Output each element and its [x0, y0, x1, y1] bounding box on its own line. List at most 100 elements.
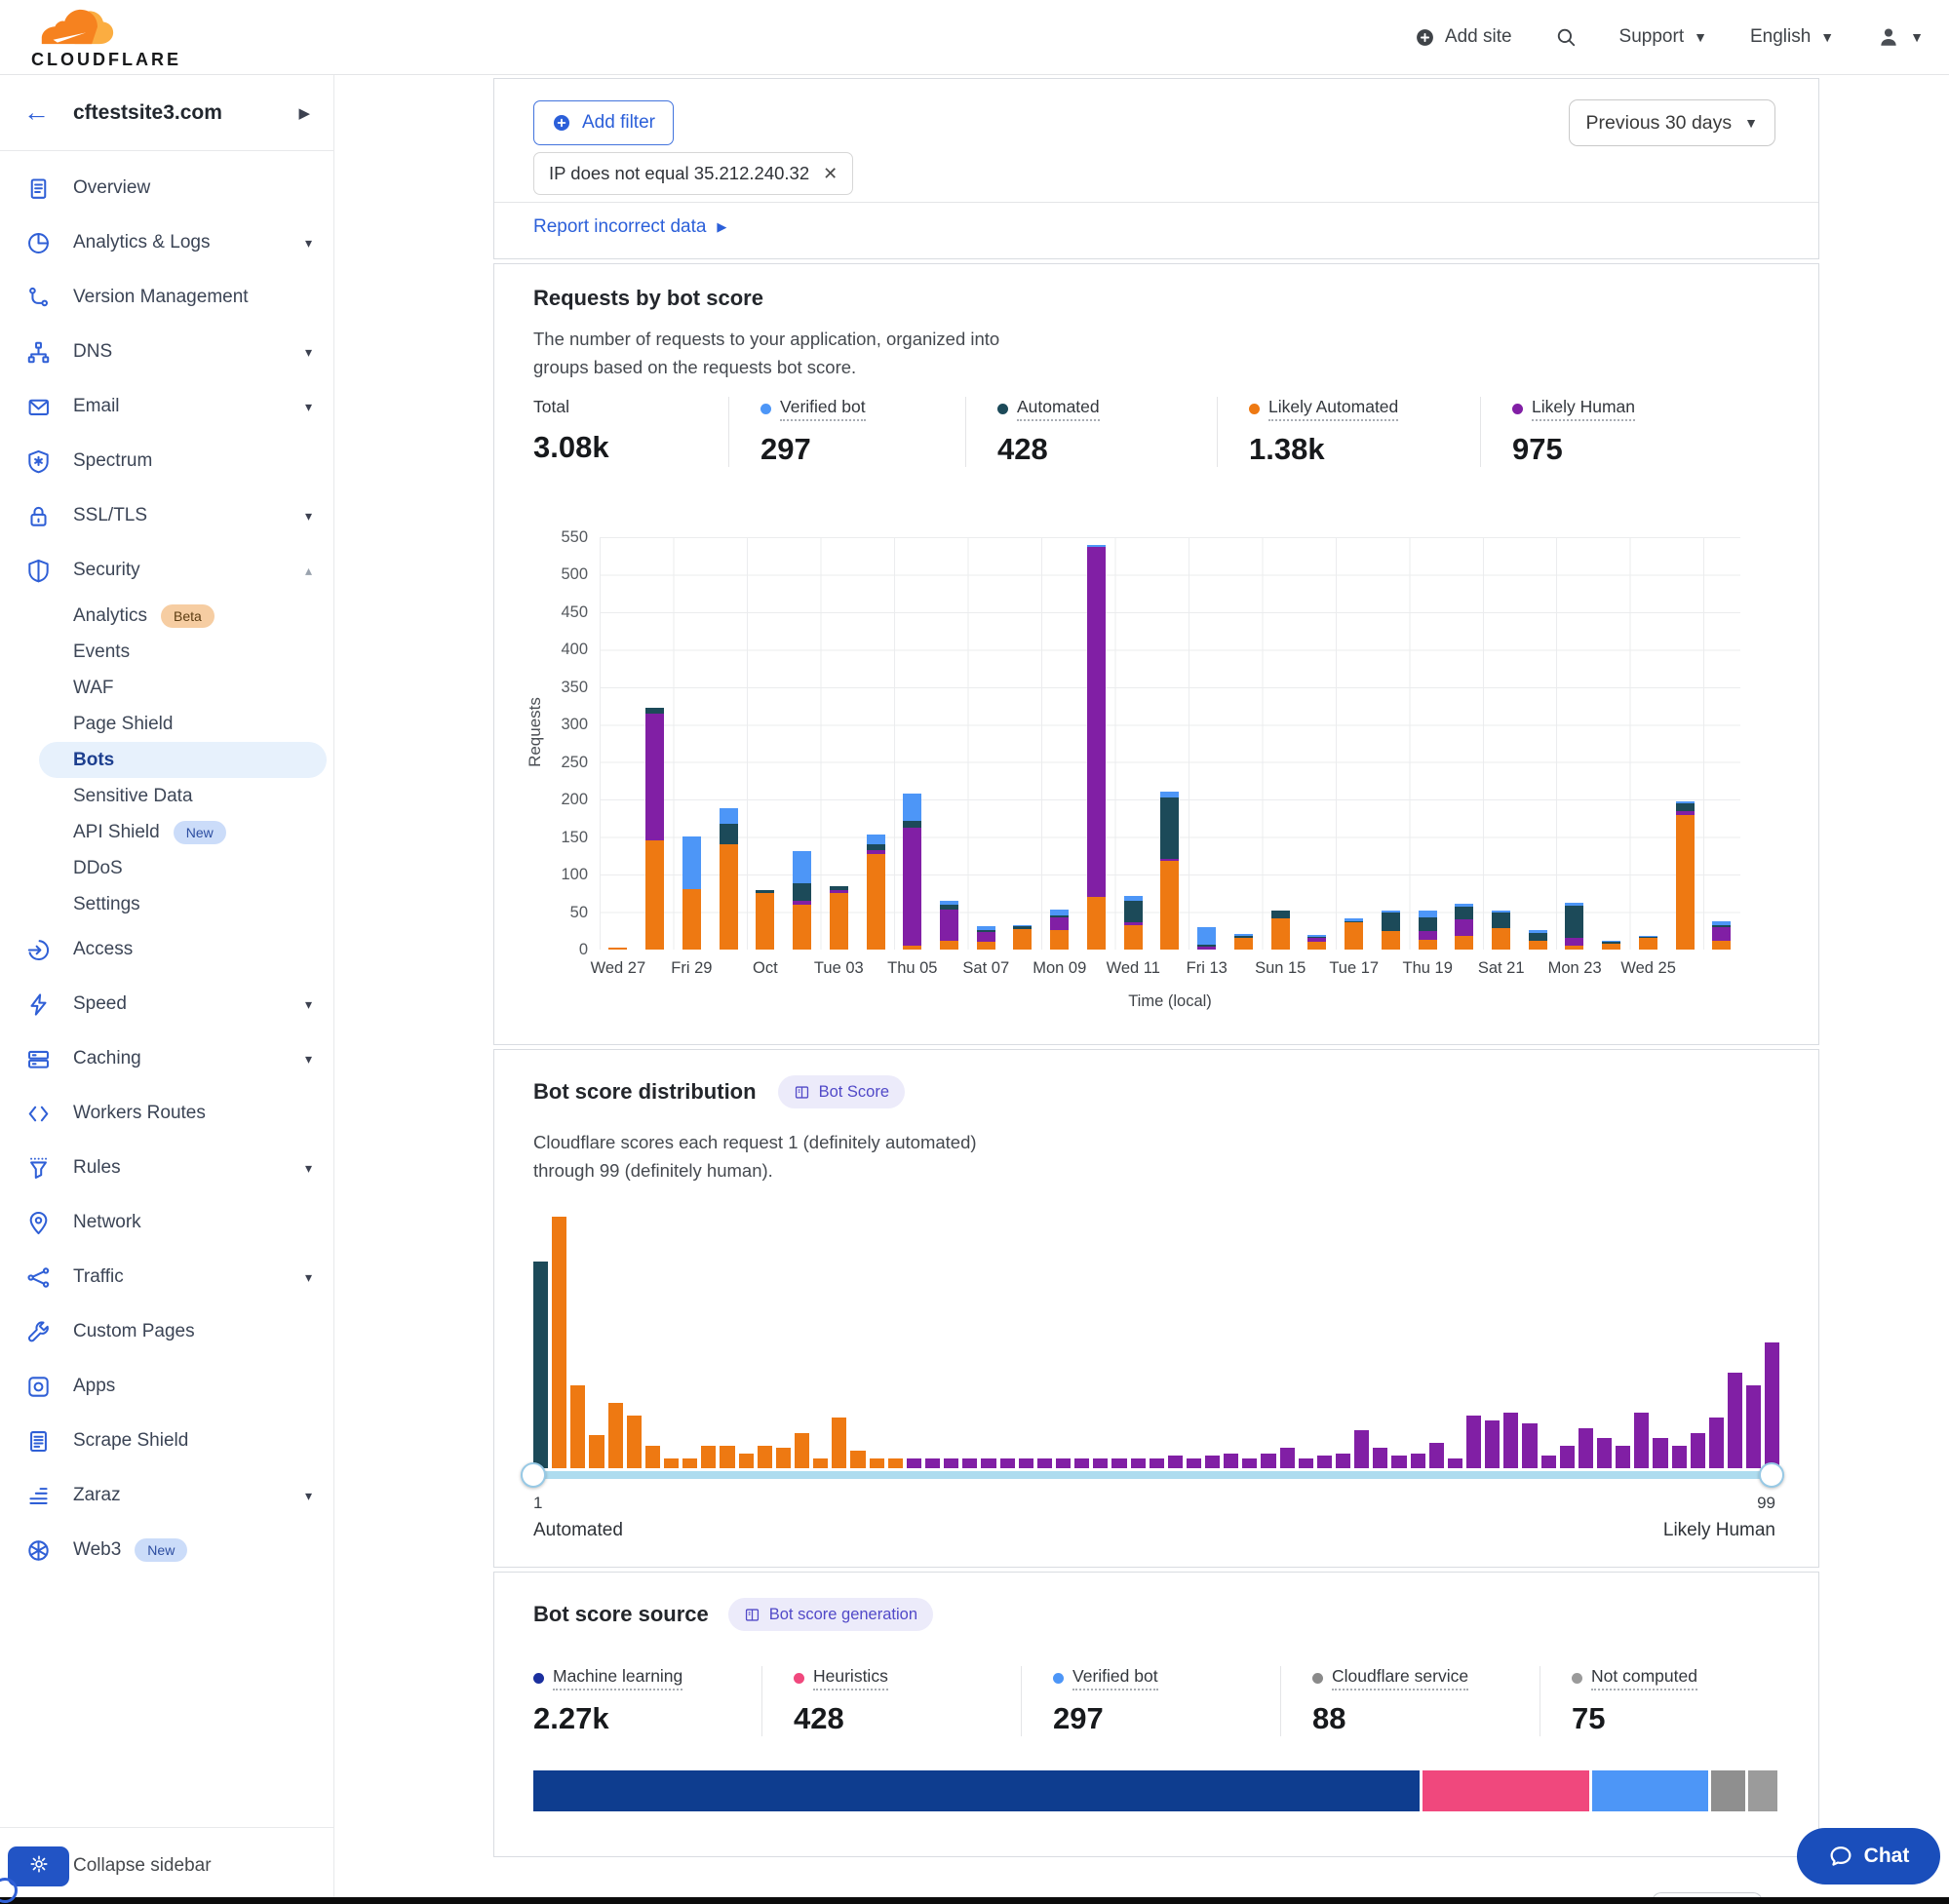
close-icon[interactable]: ✕ — [823, 164, 838, 184]
bar-slot — [1299, 537, 1336, 950]
stacked-bar[interactable] — [1271, 911, 1290, 950]
settings-gear-button[interactable] — [8, 1846, 69, 1886]
stat-label-text[interactable]: Not computed — [1591, 1666, 1697, 1690]
sidebar-item-overview[interactable]: Overview — [0, 161, 333, 215]
bar-segment-likely-automated — [1676, 815, 1695, 950]
stacked-bar[interactable] — [1345, 918, 1363, 950]
chevron-right-icon[interactable]: ▶ — [298, 104, 310, 122]
stacked-bar[interactable] — [830, 886, 848, 950]
stacked-bar[interactable] — [1455, 904, 1473, 950]
sidebar-item-speed[interactable]: Speed▾ — [0, 977, 333, 1031]
sidebar-item-security[interactable]: Security▴ — [0, 543, 333, 598]
search-button[interactable] — [1555, 26, 1577, 48]
sidebar-item-ssl-tls[interactable]: SSL/TLS▾ — [0, 488, 333, 543]
stacked-bar[interactable] — [1529, 930, 1547, 950]
add-filter-button[interactable]: Add filter — [533, 100, 674, 145]
stacked-bar[interactable] — [1124, 896, 1143, 950]
sidebar-item-spectrum[interactable]: Spectrum — [0, 434, 333, 488]
slider-handle-max[interactable] — [1759, 1462, 1784, 1488]
stat-label-text[interactable]: Machine learning — [553, 1666, 682, 1690]
sidebar-item-ddos[interactable]: DDoS — [39, 850, 327, 886]
stacked-bar[interactable] — [1160, 792, 1179, 950]
cloudflare-logo[interactable]: CLOUDFLARE — [25, 7, 181, 68]
sidebar-item-events[interactable]: Events — [39, 634, 327, 670]
support-menu[interactable]: Support ▼ — [1619, 26, 1707, 48]
stacked-bar[interactable] — [1087, 545, 1106, 950]
sidebar-item-bots[interactable]: Bots — [39, 742, 327, 778]
stacked-bar[interactable] — [903, 794, 921, 950]
stat-label-text[interactable]: Verified bot — [1072, 1666, 1158, 1690]
stacked-bar[interactable] — [1492, 911, 1510, 950]
sidebar-item-label: Email — [73, 396, 120, 417]
stat-label-text[interactable]: Cloudflare service — [1332, 1666, 1468, 1690]
chat-button[interactable]: Chat — [1797, 1828, 1940, 1885]
sidebar-item-waf[interactable]: WAF — [39, 670, 327, 706]
slider-handle-min[interactable] — [521, 1462, 546, 1488]
stacked-bar[interactable] — [1382, 911, 1400, 950]
stacked-bar[interactable] — [682, 836, 701, 950]
score-range-slider[interactable] — [533, 1471, 1777, 1479]
stacked-bar[interactable] — [1676, 801, 1695, 950]
stacked-bar[interactable] — [720, 808, 738, 950]
stacked-bar[interactable] — [1419, 911, 1437, 950]
stat-label-text[interactable]: Automated — [1017, 397, 1100, 421]
bot-score-generation-badge[interactable]: Bot score generation — [728, 1598, 933, 1631]
stat-value: 75 — [1572, 1701, 1697, 1736]
sidebar-item-analytics-logs[interactable]: Analytics & Logs▾ — [0, 215, 333, 270]
y-tick-label: 100 — [494, 866, 588, 884]
sidebar-item-email[interactable]: Email▾ — [0, 379, 333, 434]
stacked-bar[interactable] — [1565, 903, 1583, 950]
back-arrow-icon[interactable]: ← — [23, 99, 50, 126]
stat-label-text[interactable]: Heuristics — [813, 1666, 888, 1690]
stacked-bar[interactable] — [1712, 921, 1731, 950]
stacked-bar[interactable] — [1639, 936, 1657, 950]
sidebar-item-scrape-shield[interactable]: Scrape Shield — [0, 1414, 333, 1468]
sidebar-item-caching[interactable]: Caching▾ — [0, 1031, 333, 1086]
stat-label-text[interactable]: Verified bot — [780, 397, 866, 421]
add-site-button[interactable]: Add site — [1415, 26, 1512, 48]
sidebar-item-page-shield[interactable]: Page Shield — [39, 706, 327, 742]
sidebar-item-apps[interactable]: Apps — [0, 1359, 333, 1414]
collapse-sidebar-label[interactable]: Collapse sidebar — [73, 1855, 212, 1877]
stacked-bar[interactable] — [977, 926, 995, 950]
stacked-bar[interactable] — [1602, 941, 1620, 950]
sidebar-item-sensitive-data[interactable]: Sensitive Data — [39, 778, 327, 814]
legend-dot-icon — [1572, 1673, 1582, 1684]
sidebar-item-settings[interactable]: Settings — [39, 886, 327, 922]
sidebar-item-access[interactable]: Access — [0, 922, 333, 977]
stacked-bar[interactable] — [1307, 935, 1326, 950]
account-menu[interactable]: ▼ — [1877, 25, 1924, 49]
language-menu[interactable]: English ▼ — [1750, 26, 1834, 48]
stacked-bar[interactable] — [756, 890, 774, 950]
stacked-bar[interactable] — [940, 901, 958, 950]
stacked-bar[interactable] — [608, 948, 627, 950]
sidebar-item-zaraz[interactable]: Zaraz▾ — [0, 1468, 333, 1523]
chevron-up-icon: ▴ — [305, 563, 312, 579]
sidebar-item-custom-pages[interactable]: Custom Pages — [0, 1304, 333, 1359]
report-incorrect-data-link[interactable]: Report incorrect data ▶ — [533, 216, 726, 238]
sidebar-item-analytics[interactable]: AnalyticsBeta — [39, 598, 327, 634]
bot-score-badge[interactable]: Bot Score — [778, 1075, 905, 1108]
date-range-select[interactable]: Previous 30 days ▼ — [1569, 99, 1775, 146]
stacked-bar[interactable] — [1234, 934, 1253, 950]
stat-not-computed: Not computed 75 — [1540, 1666, 1697, 1736]
stat-label-text[interactable]: Likely Human — [1532, 397, 1635, 421]
sidebar-item-network[interactable]: Network — [0, 1195, 333, 1250]
stacked-bar[interactable] — [1050, 910, 1069, 950]
sidebar-item-rules[interactable]: Rules▾ — [0, 1141, 333, 1195]
sidebar-item-dns[interactable]: DNS▾ — [0, 325, 333, 379]
sidebar-item-workers-routes[interactable]: Workers Routes — [0, 1086, 333, 1141]
sidebar-item-traffic[interactable]: Traffic▾ — [0, 1250, 333, 1304]
sidebar-item-version-management[interactable]: Version Management — [0, 270, 333, 325]
y-tick-label: 500 — [494, 565, 588, 584]
stacked-bar[interactable] — [1197, 927, 1216, 950]
bot-score-source-card: Bot score source Bot score generation Ma… — [493, 1572, 1819, 1857]
stacked-bar[interactable] — [867, 835, 885, 950]
sidebar-item-web3[interactable]: Web3New — [0, 1523, 333, 1577]
stat-label-text[interactable]: Likely Automated — [1268, 397, 1398, 421]
stacked-bar[interactable] — [1013, 925, 1032, 950]
sidebar-item-api-shield[interactable]: API ShieldNew — [39, 814, 327, 850]
bar-slot — [1041, 537, 1078, 950]
stacked-bar[interactable] — [645, 708, 664, 950]
stacked-bar[interactable] — [793, 851, 811, 951]
